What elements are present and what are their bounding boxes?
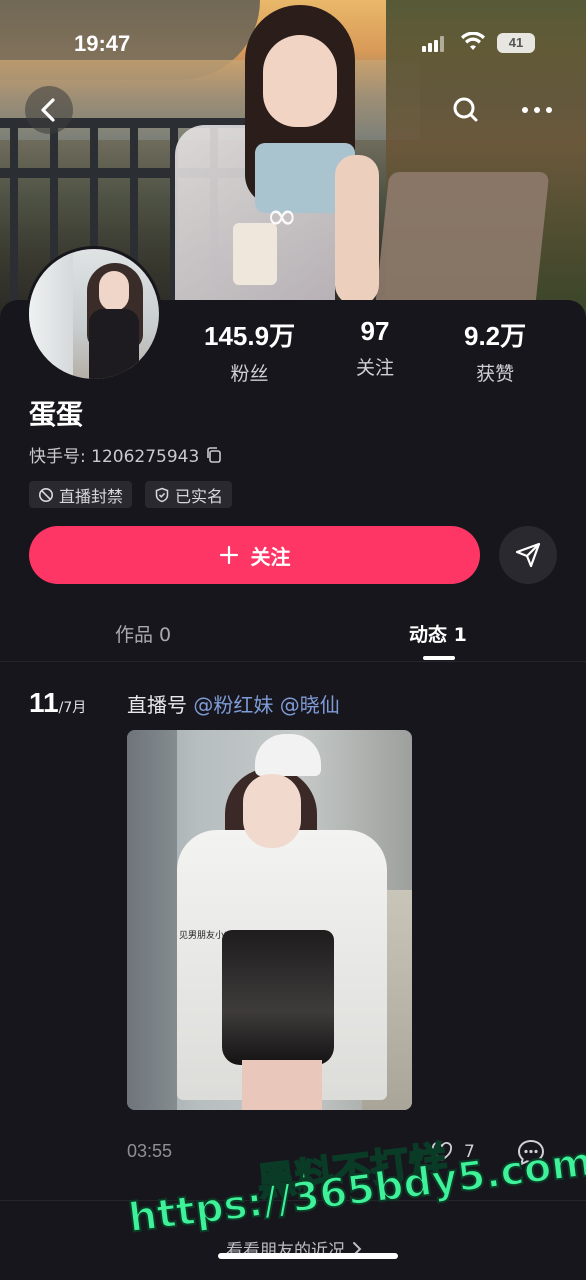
post-duration: 03:55	[127, 1141, 173, 1161]
stat-following-label: 关注	[356, 357, 395, 379]
status-bar: 19:47 41	[0, 28, 586, 62]
post-day: 11	[29, 687, 59, 718]
status-time: 19:47	[74, 31, 131, 56]
send-icon	[515, 542, 541, 568]
copy-icon[interactable]	[205, 446, 223, 464]
chevron-left-icon	[41, 98, 55, 122]
more-dots-icon	[522, 107, 552, 113]
profile-tags: 直播封禁 已实名	[29, 481, 233, 508]
stat-likes[interactable]: 9.2万 获赞	[464, 316, 526, 386]
shield-check-icon	[155, 487, 169, 502]
stat-fans-value: 145.9万	[204, 321, 296, 351]
wifi-icon	[461, 32, 485, 50]
tab-works[interactable]: 作品 0	[115, 620, 171, 647]
home-indicator[interactable]	[218, 1253, 398, 1259]
active-tab-indicator	[423, 656, 455, 660]
share-button[interactable]	[499, 526, 557, 584]
post-text: 直播号 @粉红妹 @晓仙	[127, 689, 340, 718]
signal-icon	[422, 36, 444, 52]
profile-name: 蛋蛋	[29, 400, 83, 431]
profile-tabs: 作品 0 动态 1	[0, 608, 586, 662]
post-text-prefix: 直播号	[127, 693, 187, 717]
plus-icon	[219, 545, 238, 565]
post-mention[interactable]: @粉红妹	[193, 693, 273, 717]
post-date: 11/7月	[29, 687, 86, 719]
tag-verified: 已实名	[145, 481, 233, 508]
tag-verified-label: 已实名	[175, 486, 224, 506]
battery-indicator: 41	[497, 33, 535, 53]
stat-fans-label: 粉丝	[230, 363, 269, 385]
stat-following[interactable]: 97 关注	[356, 316, 394, 380]
thumbnail-caption: 见男朋友小tips	[179, 931, 241, 941]
follow-button[interactable]: 关注	[29, 526, 480, 584]
more-options-button[interactable]	[515, 88, 559, 132]
kuaishou-id[interactable]: 快手号: 1206275943	[29, 442, 223, 467]
ban-icon	[39, 487, 53, 502]
infinity-icon: ∞	[266, 194, 298, 238]
stat-fans[interactable]: 145.9万 粉丝	[204, 316, 295, 386]
back-button[interactable]	[25, 86, 73, 134]
tab-moments[interactable]: 动态 1	[409, 620, 467, 647]
kuaishou-id-text: 快手号: 1206275943	[29, 447, 200, 467]
avatar[interactable]	[26, 246, 162, 382]
stat-likes-value: 9.2万	[464, 321, 527, 351]
post-video-thumbnail[interactable]: 见男朋友小tips	[127, 730, 412, 1110]
stat-likes-label: 获赞	[476, 363, 515, 385]
tag-live-banned: 直播封禁	[29, 481, 133, 508]
post-month: /7月	[58, 700, 87, 716]
tag-live-banned-label: 直播封禁	[59, 486, 124, 506]
post-mention[interactable]: @晓仙	[280, 693, 340, 717]
stat-following-value: 97	[360, 316, 390, 346]
search-button[interactable]	[444, 88, 488, 132]
search-icon	[453, 97, 478, 122]
follow-button-label: 关注	[250, 544, 291, 569]
